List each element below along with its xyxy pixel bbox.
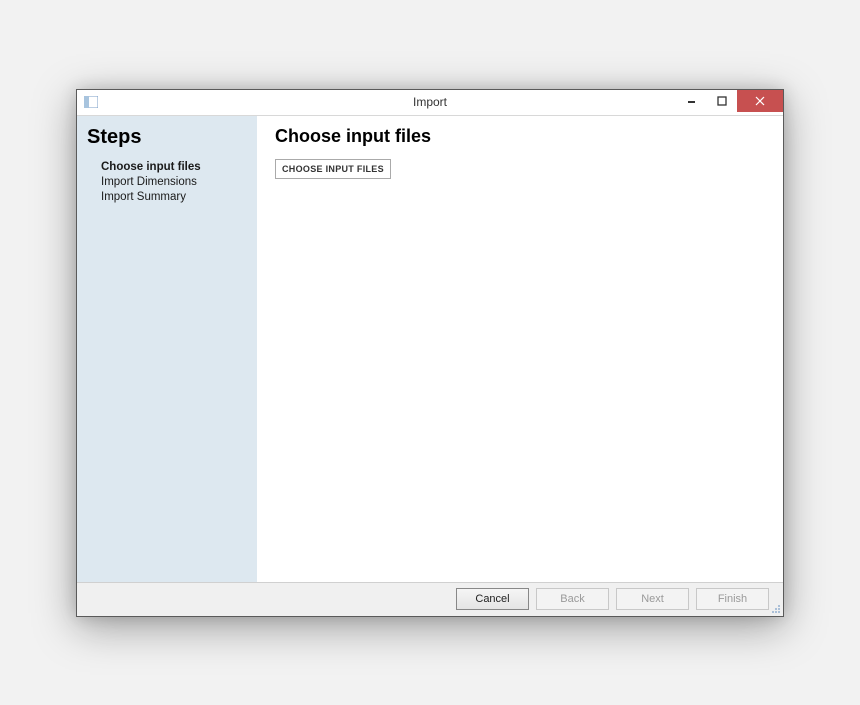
page-title: Choose input files [275,126,765,147]
cancel-button[interactable]: Cancel [456,588,529,610]
window-controls [677,90,783,112]
step-import-dimensions[interactable]: Import Dimensions [101,176,247,188]
next-button[interactable]: Next [616,588,689,610]
window-title: Import [413,95,447,109]
finish-button[interactable]: Finish [696,588,769,610]
main-panel: Choose input files CHOOSE INPUT FILES [257,116,783,582]
step-list: Choose input files Import Dimensions Imp… [87,161,247,203]
step-choose-input-files[interactable]: Choose input files [101,161,247,173]
steps-header: Steps [87,126,247,149]
steps-sidebar: Steps Choose input files Import Dimensio… [77,116,257,582]
minimize-button[interactable] [677,90,707,112]
maximize-button[interactable] [707,90,737,112]
titlebar: Import [77,90,783,116]
close-button[interactable] [737,90,783,112]
app-icon [84,96,98,108]
back-button[interactable]: Back [536,588,609,610]
resize-grip-icon[interactable] [769,602,781,614]
choose-input-files-button[interactable]: CHOOSE INPUT FILES [275,159,391,179]
import-wizard-window: Import Steps Choose input files Import D… [76,89,784,617]
wizard-footer: Cancel Back Next Finish [77,582,783,616]
content-area: Steps Choose input files Import Dimensio… [77,116,783,582]
step-import-summary[interactable]: Import Summary [101,191,247,203]
